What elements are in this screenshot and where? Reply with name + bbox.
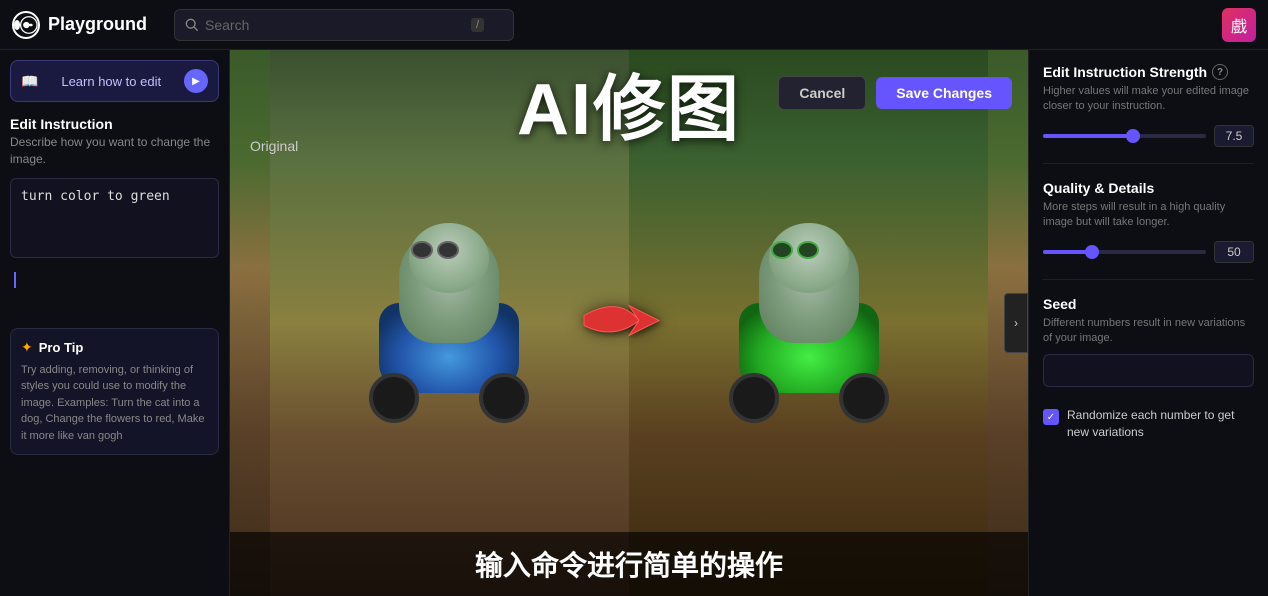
overlay-subtitle: 输入命令进行简单的操作: [230, 532, 1028, 596]
avatar[interactable]: 戲: [1222, 8, 1256, 42]
strength-slider-track[interactable]: [1043, 134, 1206, 138]
image-content: [230, 50, 1028, 596]
quality-desc: More steps will result in a high quality…: [1043, 200, 1254, 231]
logo-title: Playground: [48, 14, 147, 35]
left-sidebar: 📖 Learn how to edit ▶ Edit Instruction D…: [0, 50, 230, 596]
play-icon: ▶: [184, 69, 208, 93]
logo-icon: [12, 11, 40, 39]
quality-slider-row: 50: [1043, 241, 1254, 263]
quality-title: Quality & Details: [1043, 180, 1254, 196]
quality-slider-track[interactable]: [1043, 250, 1206, 254]
edit-instruction-desc: Describe how you want to change the imag…: [10, 134, 219, 168]
learn-how-to-edit-button[interactable]: 📖 Learn how to edit ▶: [10, 60, 219, 102]
strength-section: Edit Instruction Strength ? Higher value…: [1043, 64, 1254, 147]
randomize-checkbox[interactable]: ✓: [1043, 409, 1059, 425]
strength-title: Edit Instruction Strength: [1043, 64, 1207, 80]
edit-instruction-title: Edit Instruction: [10, 116, 219, 132]
seed-input[interactable]: [1043, 354, 1254, 387]
subtitle-text: 输入命令进行简单的操作: [475, 550, 783, 581]
original-label: Original: [250, 138, 298, 154]
search-icon: [185, 18, 199, 32]
instruction-textarea[interactable]: turn color to green: [10, 178, 219, 258]
center-panel: AI修图 Cancel Save Changes Original: [230, 50, 1028, 596]
expand-button[interactable]: ›: [1004, 293, 1028, 353]
edit-instruction-section: Edit Instruction Describe how you want t…: [10, 112, 219, 168]
pro-tip-title: Pro Tip: [39, 340, 84, 355]
seed-desc: Different numbers result in new variatio…: [1043, 316, 1254, 347]
book-icon: 📖: [21, 73, 38, 90]
pro-tip-text: Try adding, removing, or thinking of sty…: [21, 362, 208, 445]
seed-section: Seed Different numbers result in new var…: [1043, 296, 1254, 388]
edited-image: [629, 50, 988, 596]
quality-slider-thumb[interactable]: [1085, 245, 1099, 259]
divider-2: [1043, 279, 1254, 280]
comparison-image: [230, 50, 1028, 596]
randomize-row: ✓ Randomize each number to get new varia…: [1043, 407, 1254, 441]
seed-title: Seed: [1043, 296, 1254, 312]
search-input[interactable]: [205, 17, 465, 33]
divider-1: [1043, 163, 1254, 164]
star-icon: ✦: [21, 339, 33, 356]
original-image: [270, 50, 629, 596]
pro-tip-header: ✦ Pro Tip: [21, 339, 208, 356]
search-bar[interactable]: /: [174, 9, 514, 41]
search-shortcut: /: [471, 18, 484, 32]
strength-slider-fill: [1043, 134, 1133, 138]
nav-right: 戲: [1222, 8, 1256, 42]
strength-desc: Higher values will make your edited imag…: [1043, 84, 1254, 115]
quality-section: Quality & Details More steps will result…: [1043, 180, 1254, 263]
top-navigation: Playground / 戲: [0, 0, 1268, 50]
cancel-button[interactable]: Cancel: [778, 76, 866, 110]
cursor-area: [10, 268, 219, 318]
strength-title-row: Edit Instruction Strength ?: [1043, 64, 1254, 80]
image-wrapper: 输入命令进行简单的操作: [230, 50, 1028, 596]
learn-btn-label: Learn how to edit: [46, 74, 176, 89]
save-changes-button[interactable]: Save Changes: [876, 77, 1012, 109]
text-cursor: [14, 272, 16, 288]
quality-value: 50: [1214, 241, 1254, 263]
strength-slider-thumb[interactable]: [1126, 129, 1140, 143]
strength-info-icon[interactable]: ?: [1212, 64, 1228, 80]
arrow: [579, 286, 679, 361]
randomize-label: Randomize each number to get new variati…: [1067, 407, 1254, 441]
strength-value: 7.5: [1214, 125, 1254, 147]
logo-area: Playground: [12, 11, 162, 39]
image-container: 输入命令进行简单的操作: [230, 50, 1028, 596]
strength-slider-row: 7.5: [1043, 125, 1254, 147]
right-sidebar: Edit Instruction Strength ? Higher value…: [1028, 50, 1268, 596]
main-layout: 📖 Learn how to edit ▶ Edit Instruction D…: [0, 50, 1268, 596]
frog-edited: [729, 223, 889, 423]
frog-original: [369, 223, 529, 423]
action-buttons: Cancel Save Changes: [778, 76, 1012, 110]
pro-tip-box: ✦ Pro Tip Try adding, removing, or think…: [10, 328, 219, 456]
chevron-right-icon: ›: [1014, 316, 1018, 330]
